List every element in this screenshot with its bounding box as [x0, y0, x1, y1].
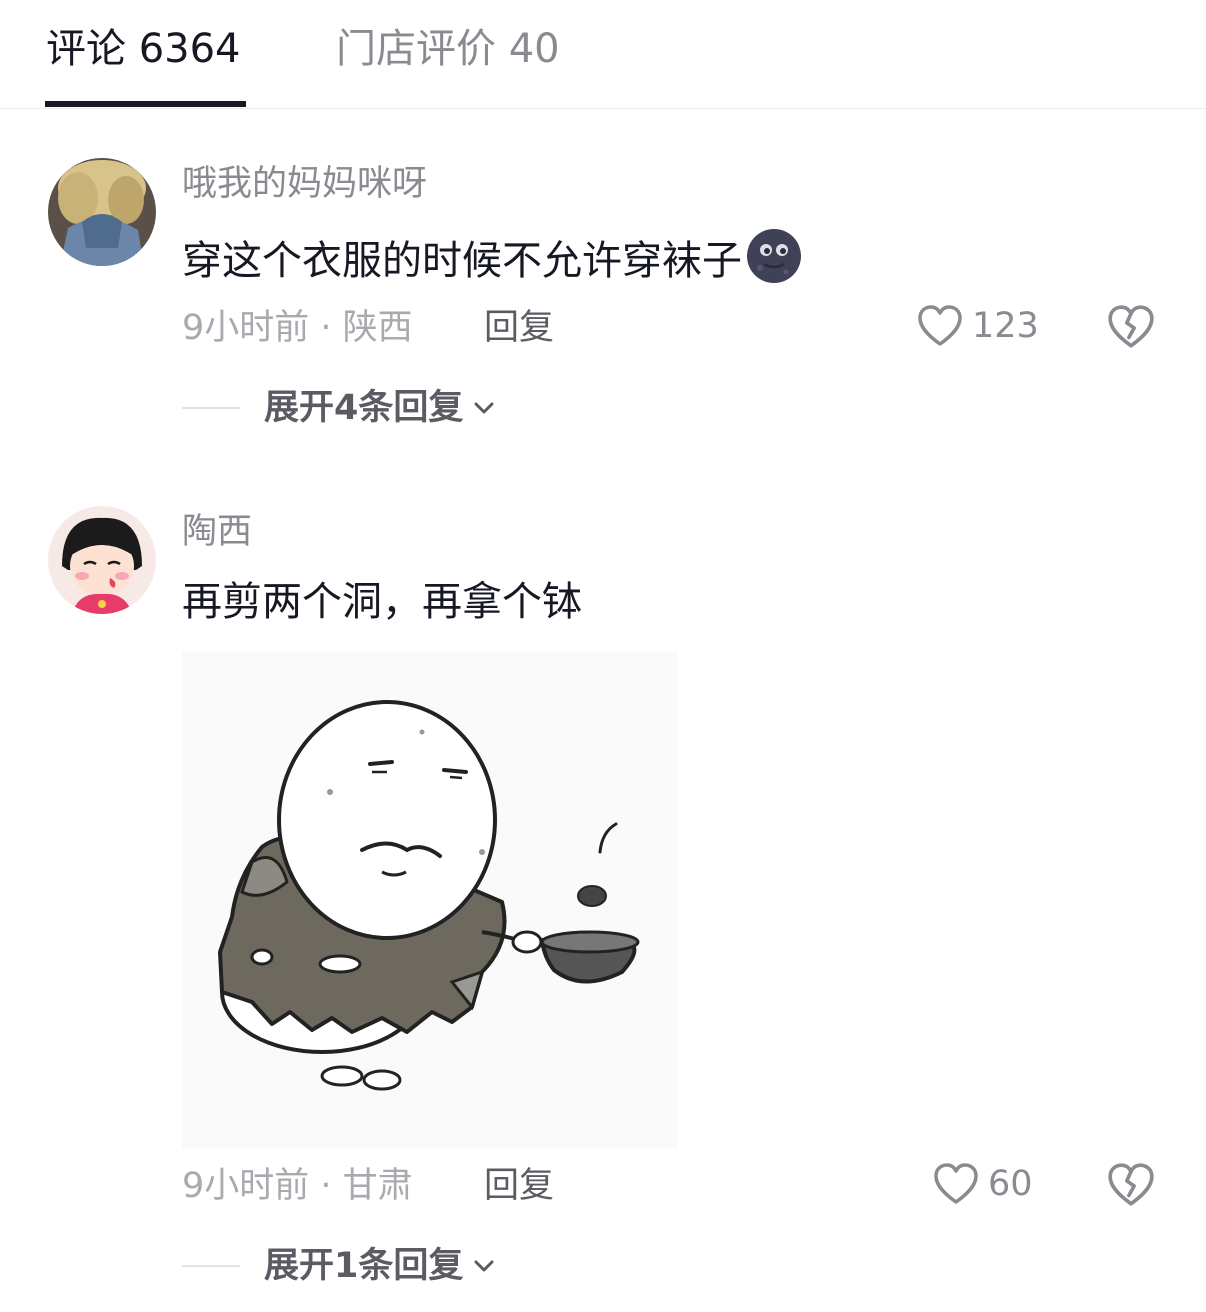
comment-tabs: 评论 6364 门店评价 40 — [0, 0, 1206, 109]
comment-text: 穿这个衣服的时候不允许穿袜子 — [182, 228, 802, 287]
avatar[interactable] — [48, 506, 156, 614]
like-count: 60 — [988, 1164, 1033, 1204]
new-moon-face-emoji — [747, 229, 801, 283]
beggar-meme-sticker[interactable] — [182, 652, 678, 1148]
like-button[interactable]: 123 — [916, 302, 1039, 350]
dislike-button[interactable] — [1106, 302, 1156, 356]
like-button[interactable]: 60 — [932, 1160, 1033, 1208]
reply-button[interactable]: 回复 — [484, 1164, 554, 1208]
like-count: 123 — [972, 306, 1039, 346]
reply-button[interactable]: 回复 — [484, 306, 554, 350]
expand-replies-label: 展开4条回复 — [264, 388, 464, 428]
comment-text-content: 穿这个衣服的时候不允许穿袜子 — [182, 238, 742, 284]
expand-replies[interactable]: 展开4条回复 — [182, 386, 497, 430]
expand-replies[interactable]: 展开1条回复 — [182, 1244, 497, 1288]
expand-replies-label: 展开1条回复 — [264, 1246, 464, 1286]
broken-heart-icon — [1108, 305, 1154, 348]
dislike-button[interactable] — [1106, 1160, 1156, 1214]
comment-meta: 9小时前 · 甘肃 — [182, 1166, 413, 1206]
broken-heart-icon — [1108, 1163, 1154, 1206]
heart-icon — [934, 1163, 978, 1204]
heart-icon — [918, 305, 962, 346]
comment-author[interactable]: 哦我的妈妈咪呀 — [182, 162, 427, 206]
tab-comments[interactable]: 评论 6364 — [46, 24, 241, 74]
tab-store-reviews[interactable]: 门店评价 40 — [336, 24, 560, 74]
chevron-down-icon — [474, 1260, 494, 1272]
comment-text: 再剪两个洞，再拿个钵 — [182, 579, 582, 625]
active-tab-indicator — [45, 101, 246, 107]
chevron-down-icon — [474, 402, 494, 414]
avatar[interactable] — [48, 158, 156, 266]
comment-meta: 9小时前 · 陕西 — [182, 308, 413, 348]
divider-line — [182, 1265, 240, 1267]
comment-author[interactable]: 陶西 — [182, 510, 252, 554]
divider-line — [182, 407, 240, 409]
